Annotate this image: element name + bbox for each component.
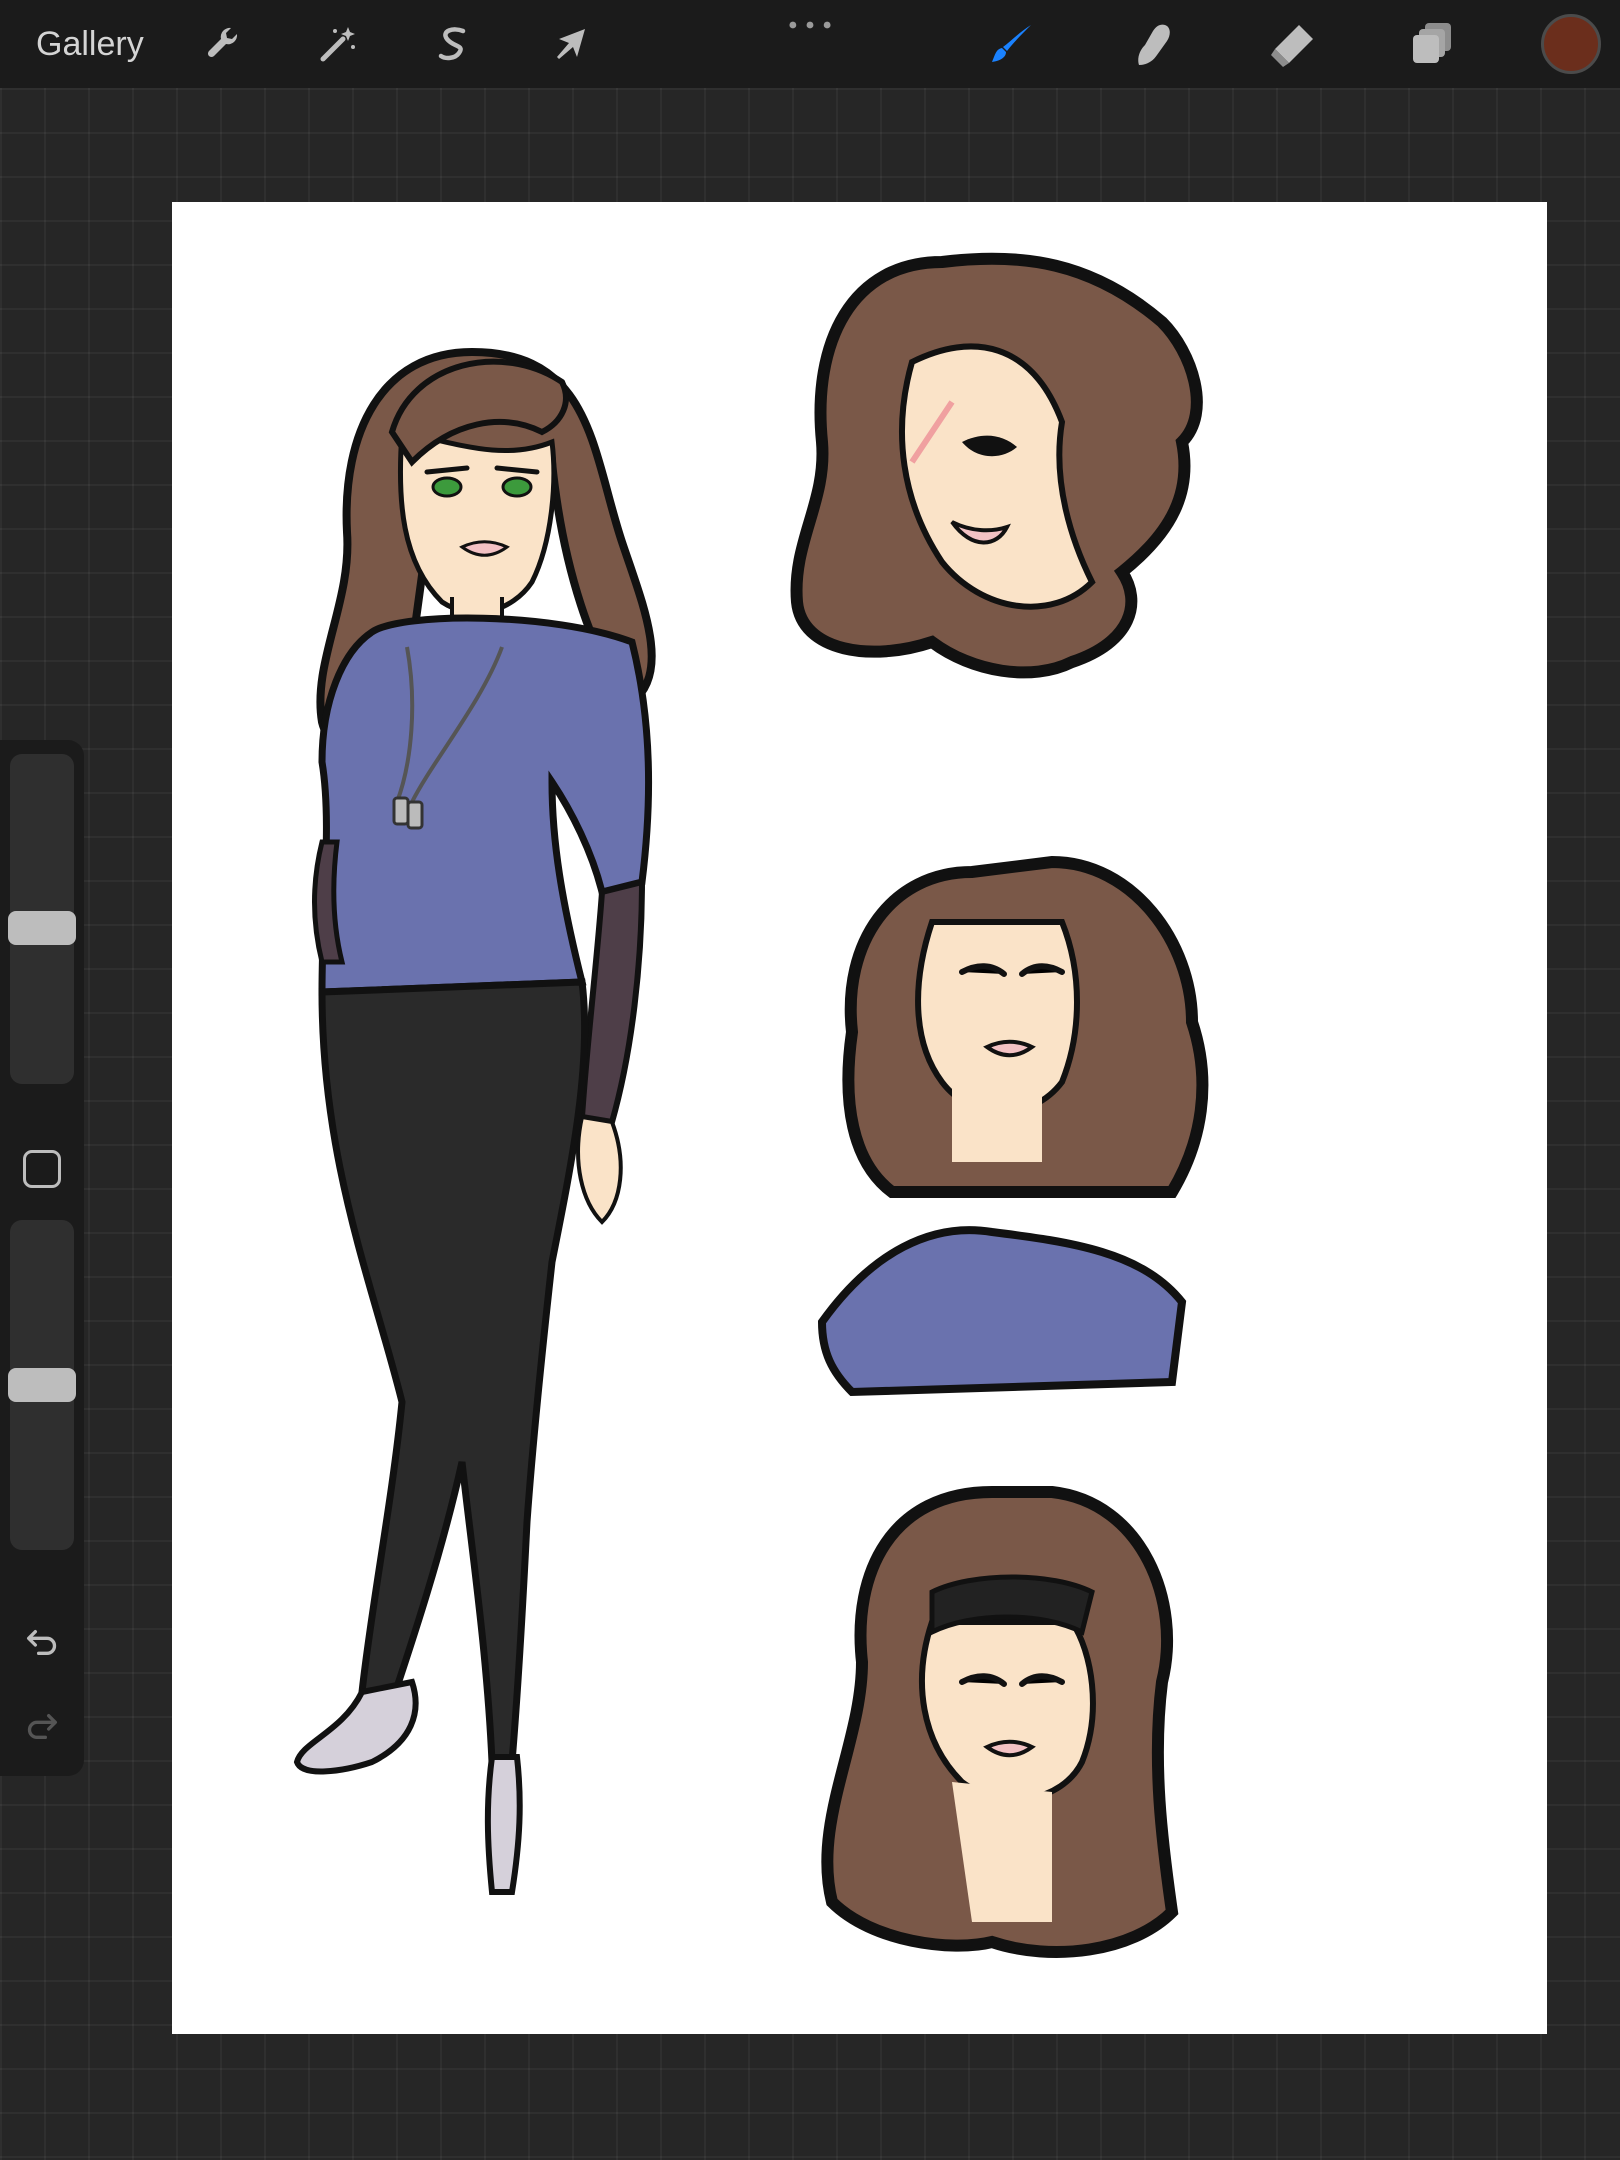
layers-button[interactable] (1404, 16, 1460, 72)
more-dots-icon (789, 21, 831, 29)
layers-icon (1413, 23, 1451, 63)
portrait-bottom (821, 1486, 1179, 1958)
drawing-canvas[interactable] (172, 202, 1547, 2034)
magic-wand-icon (320, 27, 355, 62)
eraser-tool-button[interactable] (1264, 16, 1320, 72)
adjustments-button[interactable] (310, 16, 366, 72)
color-picker-button[interactable] (1541, 14, 1601, 74)
top-toolbar: Gallery (0, 0, 1620, 88)
brush-icon (992, 25, 1031, 62)
wrench-icon (207, 27, 238, 58)
undo-icon (27, 1630, 57, 1655)
character-artwork (293, 252, 1209, 1958)
brush-tool-button[interactable] (984, 16, 1040, 72)
selection-button[interactable] (426, 16, 482, 72)
square-modifier-icon[interactable] (23, 1150, 61, 1188)
redo-button[interactable] (18, 1700, 66, 1748)
smudge-finger-icon (1138, 24, 1170, 66)
portrait-top (790, 252, 1203, 679)
portrait-middle (817, 855, 1209, 1397)
gallery-button[interactable]: Gallery (36, 22, 144, 66)
redo-icon (27, 1714, 57, 1739)
cursor-arrow-icon (557, 29, 585, 59)
transform-button[interactable] (542, 16, 598, 72)
smudge-tool-button[interactable] (1124, 16, 1180, 72)
actions-button[interactable] (196, 16, 252, 72)
more-options-button[interactable] (782, 10, 838, 40)
undo-button[interactable] (18, 1616, 66, 1664)
opacity-handle[interactable] (8, 1368, 76, 1402)
brush-size-slider[interactable] (8, 754, 76, 1084)
selection-s-icon (438, 27, 466, 61)
left-sidebar (0, 740, 84, 1776)
eraser-icon (1271, 25, 1313, 67)
brush-size-handle[interactable] (8, 910, 76, 945)
full-body-figure (293, 347, 656, 1895)
opacity-slider[interactable] (8, 1220, 76, 1550)
